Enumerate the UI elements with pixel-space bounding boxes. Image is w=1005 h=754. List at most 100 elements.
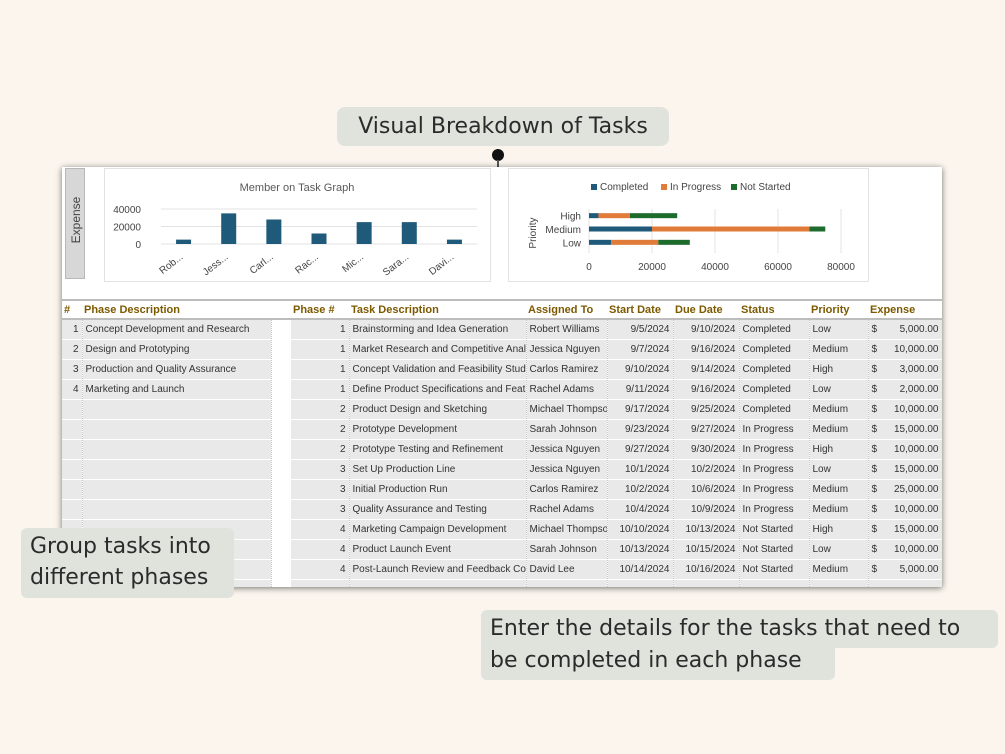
status-cell[interactable]: Completed — [739, 359, 810, 380]
bar-segment[interactable] — [611, 239, 659, 245]
due-date-cell[interactable]: 9/16/2024 — [673, 379, 740, 400]
col-header-priority[interactable]: Priority — [809, 299, 868, 320]
task-description-cell[interactable]: Quality Assurance and Testing — [349, 499, 527, 520]
due-date-cell[interactable]: 9/25/2024 — [673, 399, 740, 420]
bar[interactable] — [221, 213, 237, 244]
start-date-cell[interactable] — [607, 579, 674, 587]
due-date-cell[interactable]: 9/30/2024 — [673, 439, 740, 460]
member-task-chart[interactable]: Member on Task Graph 0 20000 40000 Rob... J… — [104, 168, 491, 282]
status-cell[interactable]: Completed — [739, 339, 810, 360]
bar-segment[interactable] — [589, 226, 652, 232]
assigned-to-cell[interactable]: Michael Thompson — [526, 399, 608, 420]
due-date-cell[interactable]: 10/6/2024 — [673, 479, 740, 500]
task-phase-cell[interactable]: 3 — [291, 499, 350, 520]
phase-number-cell[interactable]: 3 — [62, 359, 83, 380]
start-date-cell[interactable]: 9/27/2024 — [607, 439, 674, 460]
phase-description-cell[interactable] — [82, 459, 272, 480]
due-date-cell[interactable]: 9/10/2024 — [673, 319, 740, 340]
phase-number-cell[interactable] — [62, 499, 83, 520]
due-date-cell[interactable]: 10/2/2024 — [673, 459, 740, 480]
bar[interactable] — [356, 222, 372, 244]
priority-cell[interactable]: High — [809, 439, 869, 460]
phase-number-cell[interactable] — [62, 479, 83, 500]
start-date-cell[interactable]: 9/10/2024 — [607, 359, 674, 380]
bar-segment[interactable] — [809, 226, 826, 232]
due-date-cell[interactable] — [673, 579, 740, 587]
task-phase-cell[interactable]: 4 — [291, 559, 350, 580]
phase-number-cell[interactable]: 2 — [62, 339, 83, 360]
task-phase-cell[interactable]: 3 — [291, 479, 350, 500]
bar[interactable] — [176, 239, 192, 244]
bar-segment[interactable] — [589, 213, 599, 219]
priority-cell[interactable]: Medium — [809, 499, 869, 520]
task-description-cell[interactable]: Market Research and Competitive Analysis — [349, 339, 527, 360]
assigned-to-cell[interactable]: Sarah Johnson — [526, 419, 608, 440]
phase-description-cell[interactable]: Design and Prototyping — [82, 339, 272, 360]
task-phase-cell[interactable]: 2 — [291, 399, 350, 420]
status-cell[interactable]: Not Started — [739, 519, 810, 540]
phase-number-cell[interactable] — [62, 459, 83, 480]
priority-cell[interactable]: Low — [809, 379, 869, 400]
task-description-cell[interactable]: Prototype Development — [349, 419, 527, 440]
task-phase-cell[interactable] — [291, 579, 350, 587]
status-cell[interactable]: In Progress — [739, 419, 810, 440]
phase-number-cell[interactable]: 1 — [62, 319, 83, 340]
task-phase-cell[interactable]: 1 — [291, 339, 350, 360]
start-date-cell[interactable]: 10/14/2024 — [607, 559, 674, 580]
assigned-to-cell[interactable]: Jessica Nguyen — [526, 459, 608, 480]
assigned-to-cell[interactable]: Robert Williams — [526, 319, 608, 340]
status-cell[interactable]: Completed — [739, 379, 810, 400]
col-header-due-date[interactable]: Due Date — [673, 299, 739, 320]
expense-cell[interactable]: $10,000.00 — [868, 539, 942, 560]
assigned-to-cell[interactable]: Rachel Adams — [526, 499, 608, 520]
phase-description-cell[interactable] — [82, 499, 272, 520]
phase-description-cell[interactable]: Production and Quality Assurance — [82, 359, 272, 380]
priority-cell[interactable]: Medium — [809, 339, 869, 360]
task-description-cell[interactable] — [349, 579, 527, 587]
start-date-cell[interactable]: 10/2/2024 — [607, 479, 674, 500]
priority-cell[interactable] — [809, 579, 869, 587]
assigned-to-cell[interactable]: Michael Thompson — [526, 519, 608, 540]
start-date-cell[interactable]: 10/13/2024 — [607, 539, 674, 560]
task-phase-cell[interactable]: 2 — [291, 439, 350, 460]
bar-segment[interactable] — [598, 213, 630, 219]
expense-cell[interactable]: $2,000.00 — [868, 379, 942, 400]
task-phase-cell[interactable]: 1 — [291, 379, 350, 400]
status-cell[interactable]: In Progress — [739, 459, 810, 480]
task-phase-cell[interactable]: 3 — [291, 459, 350, 480]
bar[interactable] — [311, 233, 327, 245]
expense-cell[interactable]: $15,000.00 — [868, 419, 942, 440]
expense-cell[interactable]: $10,000.00 — [868, 399, 942, 420]
phase-number-cell[interactable]: 4 — [62, 379, 83, 400]
expense-sheet-tab[interactable]: Expense — [65, 168, 85, 279]
assigned-to-cell[interactable]: Jessica Nguyen — [526, 339, 608, 360]
task-phase-cell[interactable]: 4 — [291, 519, 350, 540]
bar-segment[interactable] — [629, 213, 678, 219]
assigned-to-cell[interactable]: Jessica Nguyen — [526, 439, 608, 460]
start-date-cell[interactable]: 9/23/2024 — [607, 419, 674, 440]
task-description-cell[interactable]: Initial Production Run — [349, 479, 527, 500]
task-description-cell[interactable]: Product Design and Sketching — [349, 399, 527, 420]
expense-cell[interactable]: $25,000.00 — [868, 479, 942, 500]
priority-cell[interactable]: High — [809, 519, 869, 540]
priority-cell[interactable]: Medium — [809, 479, 869, 500]
col-header-start-date[interactable]: Start Date — [607, 299, 673, 320]
task-phase-cell[interactable]: 1 — [291, 359, 350, 380]
start-date-cell[interactable]: 9/7/2024 — [607, 339, 674, 360]
assigned-to-cell[interactable]: David Lee — [526, 559, 608, 580]
status-cell[interactable]: In Progress — [739, 499, 810, 520]
priority-cell[interactable]: Low — [809, 539, 869, 560]
assigned-to-cell[interactable]: Sarah Johnson — [526, 539, 608, 560]
col-header-expense[interactable]: Expense — [868, 299, 942, 320]
phase-number-cell[interactable] — [62, 399, 83, 420]
task-phase-cell[interactable]: 1 — [291, 319, 350, 340]
col-header-status[interactable]: Status — [739, 299, 809, 320]
col-header-phase-description[interactable]: Phase Description — [82, 299, 271, 320]
assigned-to-cell[interactable]: Carlos Ramirez — [526, 359, 608, 380]
priority-cell[interactable]: Low — [809, 319, 869, 340]
priority-cell[interactable]: Medium — [809, 419, 869, 440]
phase-number-cell[interactable] — [62, 439, 83, 460]
task-description-cell[interactable]: Prototype Testing and Refinement — [349, 439, 527, 460]
task-description-cell[interactable]: Marketing Campaign Development — [349, 519, 527, 540]
expense-cell[interactable]: $10,000.00 — [868, 499, 942, 520]
